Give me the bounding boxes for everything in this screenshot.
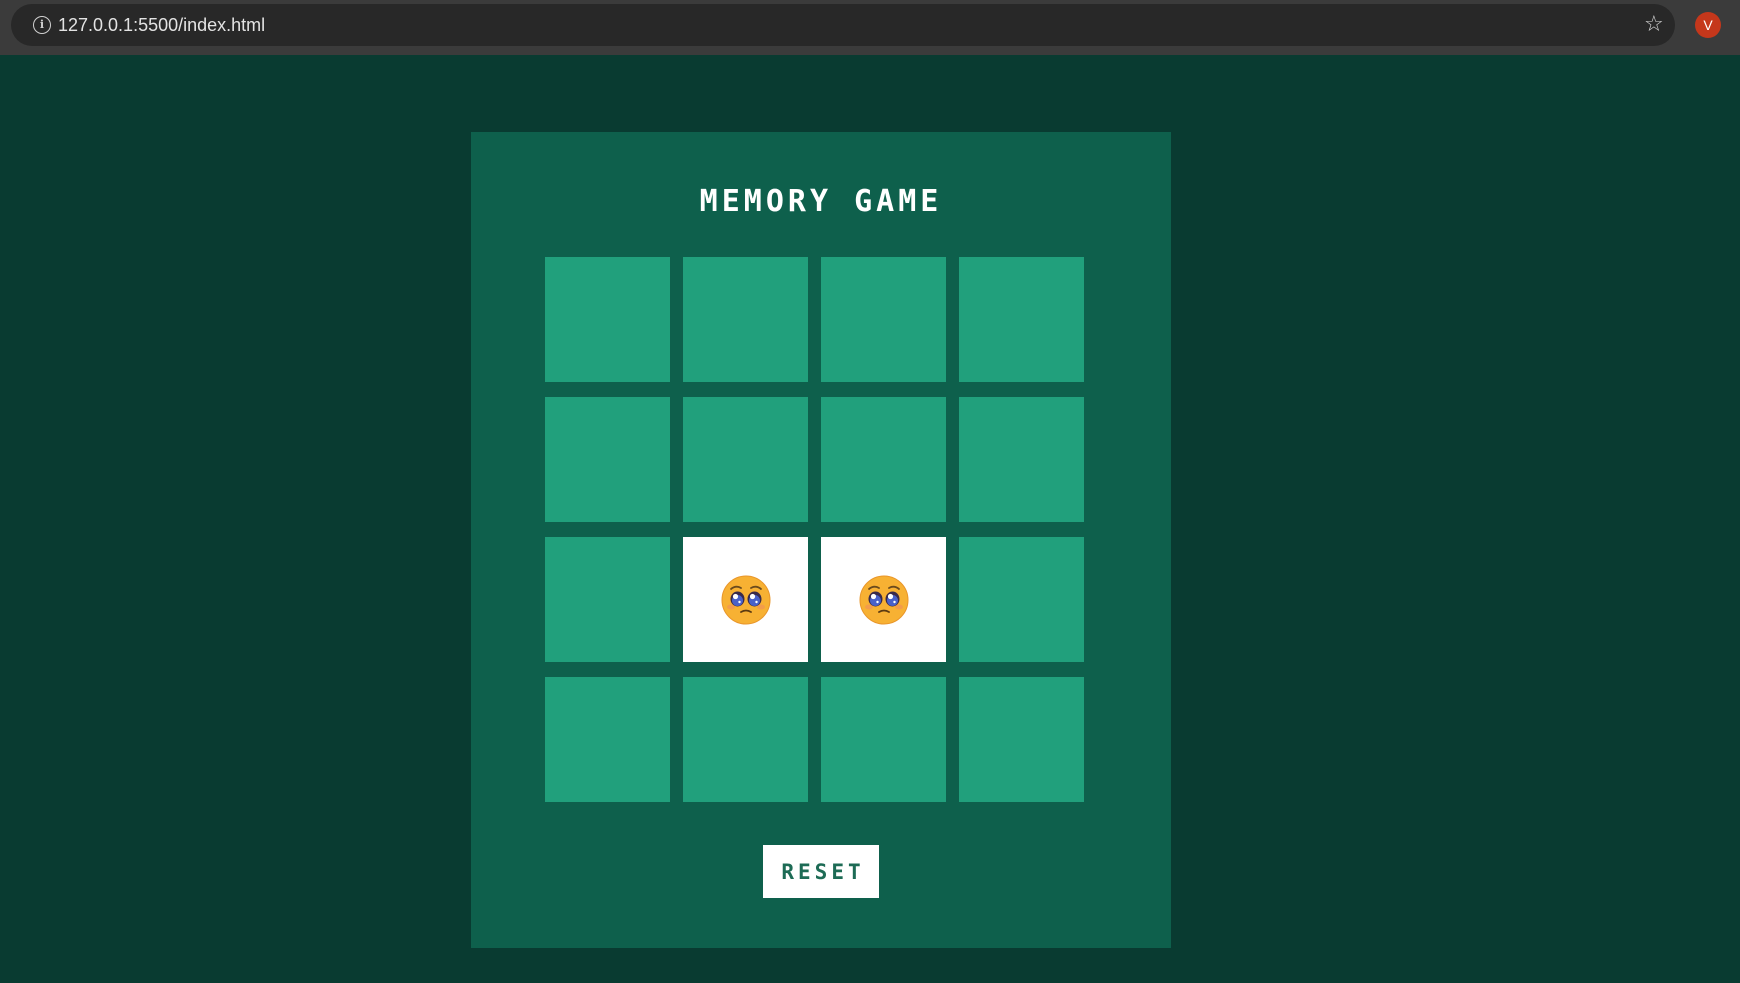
- memory-card-4[interactable]: [959, 257, 1084, 382]
- profile-avatar[interactable]: V: [1695, 12, 1721, 38]
- card-grid: [545, 257, 1085, 802]
- memory-card-10[interactable]: [683, 537, 808, 662]
- site-info-icon[interactable]: i: [33, 16, 51, 34]
- memory-card-9[interactable]: [545, 537, 670, 662]
- reset-button[interactable]: RESET: [763, 845, 879, 898]
- url-text[interactable]: 127.0.0.1:5500/index.html: [58, 4, 265, 46]
- memory-card-6[interactable]: [683, 397, 808, 522]
- pleading-face-emoji-icon: [721, 575, 770, 624]
- memory-card-2[interactable]: [683, 257, 808, 382]
- address-bar[interactable]: i 127.0.0.1:5500/index.html ☆: [11, 4, 1675, 46]
- memory-card-1[interactable]: [545, 257, 670, 382]
- memory-card-13[interactable]: [545, 677, 670, 802]
- memory-card-7[interactable]: [821, 397, 946, 522]
- memory-card-14[interactable]: [683, 677, 808, 802]
- memory-card-11[interactable]: [821, 537, 946, 662]
- pleading-face-emoji-icon: [859, 575, 908, 624]
- memory-card-16[interactable]: [959, 677, 1084, 802]
- game-title: MEMORY GAME: [699, 184, 943, 219]
- memory-card-5[interactable]: [545, 397, 670, 522]
- bookmark-star-icon[interactable]: ☆: [1644, 4, 1664, 46]
- memory-card-12[interactable]: [959, 537, 1084, 662]
- browser-toolbar: i 127.0.0.1:5500/index.html ☆ V: [0, 0, 1740, 55]
- memory-card-3[interactable]: [821, 257, 946, 382]
- memory-card-15[interactable]: [821, 677, 946, 802]
- memory-card-8[interactable]: [959, 397, 1084, 522]
